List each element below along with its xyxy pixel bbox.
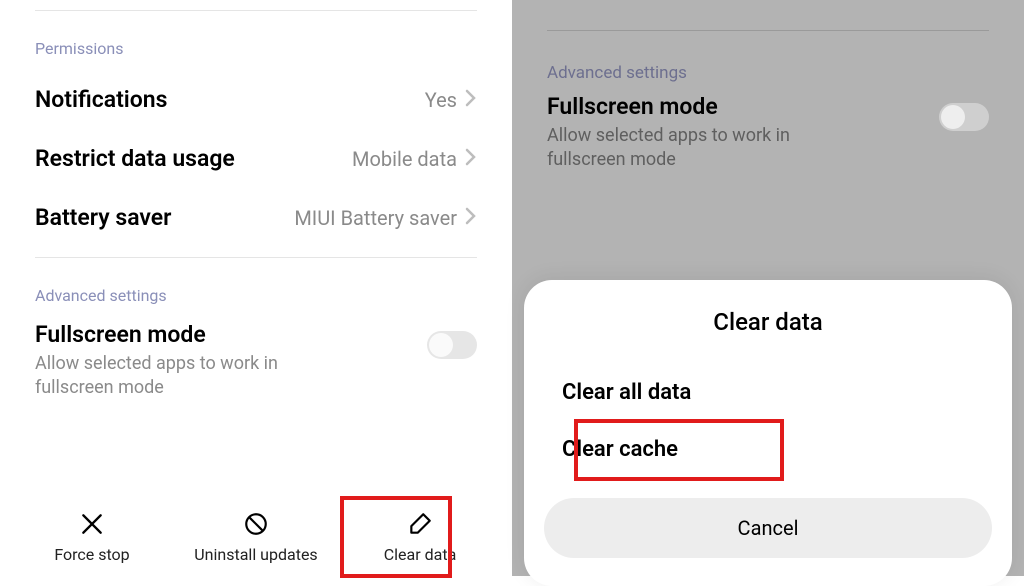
prohibit-icon xyxy=(243,511,269,541)
fullscreen-toggle xyxy=(939,103,989,131)
fullscreen-toggle[interactable] xyxy=(427,331,477,359)
uninstall-updates-label: Uninstall updates xyxy=(194,545,317,564)
chevron-right-icon xyxy=(465,148,477,169)
notifications-value: Yes xyxy=(425,88,457,112)
advanced-settings-header: Advanced settings xyxy=(35,286,477,305)
tutorial-highlight-clear-data xyxy=(340,496,452,578)
notifications-title: Notifications xyxy=(35,86,167,113)
force-stop-button[interactable]: Force stop xyxy=(10,505,174,570)
restrict-data-value: Mobile data xyxy=(352,147,457,171)
advanced-settings-section: Advanced settings Fullscreen mode Allow … xyxy=(0,286,512,411)
chevron-right-icon xyxy=(465,207,477,228)
clear-data-sheet: Clear data Clear all data Clear cache Ca… xyxy=(524,280,1012,586)
restrict-data-title: Restrict data usage xyxy=(35,145,235,172)
chevron-right-icon xyxy=(465,89,477,110)
uninstall-updates-button[interactable]: Uninstall updates xyxy=(174,505,338,570)
battery-saver-title: Battery saver xyxy=(35,204,171,231)
section-divider xyxy=(35,257,477,258)
app-info-screen: Permissions Notifications Yes Restrict d… xyxy=(0,0,512,576)
top-divider xyxy=(35,10,477,11)
top-divider xyxy=(547,30,989,31)
clear-all-data-option[interactable]: Clear all data xyxy=(544,364,992,421)
battery-saver-row[interactable]: Battery saver MIUI Battery saver xyxy=(35,188,477,247)
clear-data-sheet-title: Clear data xyxy=(544,308,992,336)
notifications-row[interactable]: Notifications Yes xyxy=(35,70,477,129)
fullscreen-mode-title: Fullscreen mode xyxy=(547,93,847,120)
force-stop-label: Force stop xyxy=(54,545,129,564)
close-x-icon xyxy=(79,511,105,541)
advanced-settings-section: Advanced settings Fullscreen mode Allow … xyxy=(512,63,1024,173)
fullscreen-mode-row[interactable]: Fullscreen mode Allow selected apps to w… xyxy=(35,317,477,411)
tutorial-highlight-clear-cache xyxy=(574,419,784,481)
battery-saver-value: MIUI Battery saver xyxy=(294,206,457,230)
advanced-settings-header: Advanced settings xyxy=(547,63,989,83)
fullscreen-mode-row: Fullscreen mode Allow selected apps to w… xyxy=(547,93,989,173)
permissions-section: Permissions Notifications Yes Restrict d… xyxy=(0,39,512,247)
fullscreen-mode-title: Fullscreen mode xyxy=(35,321,335,348)
notifications-right: Yes xyxy=(425,88,477,112)
clear-data-dialog-screen: Advanced settings Fullscreen mode Allow … xyxy=(512,0,1024,576)
cancel-button[interactable]: Cancel xyxy=(544,498,992,558)
fullscreen-mode-desc: Allow selected apps to work in fullscree… xyxy=(547,124,847,173)
permissions-header: Permissions xyxy=(35,39,477,58)
fullscreen-mode-desc: Allow selected apps to work in fullscree… xyxy=(35,352,335,401)
restrict-data-row[interactable]: Restrict data usage Mobile data xyxy=(35,129,477,188)
